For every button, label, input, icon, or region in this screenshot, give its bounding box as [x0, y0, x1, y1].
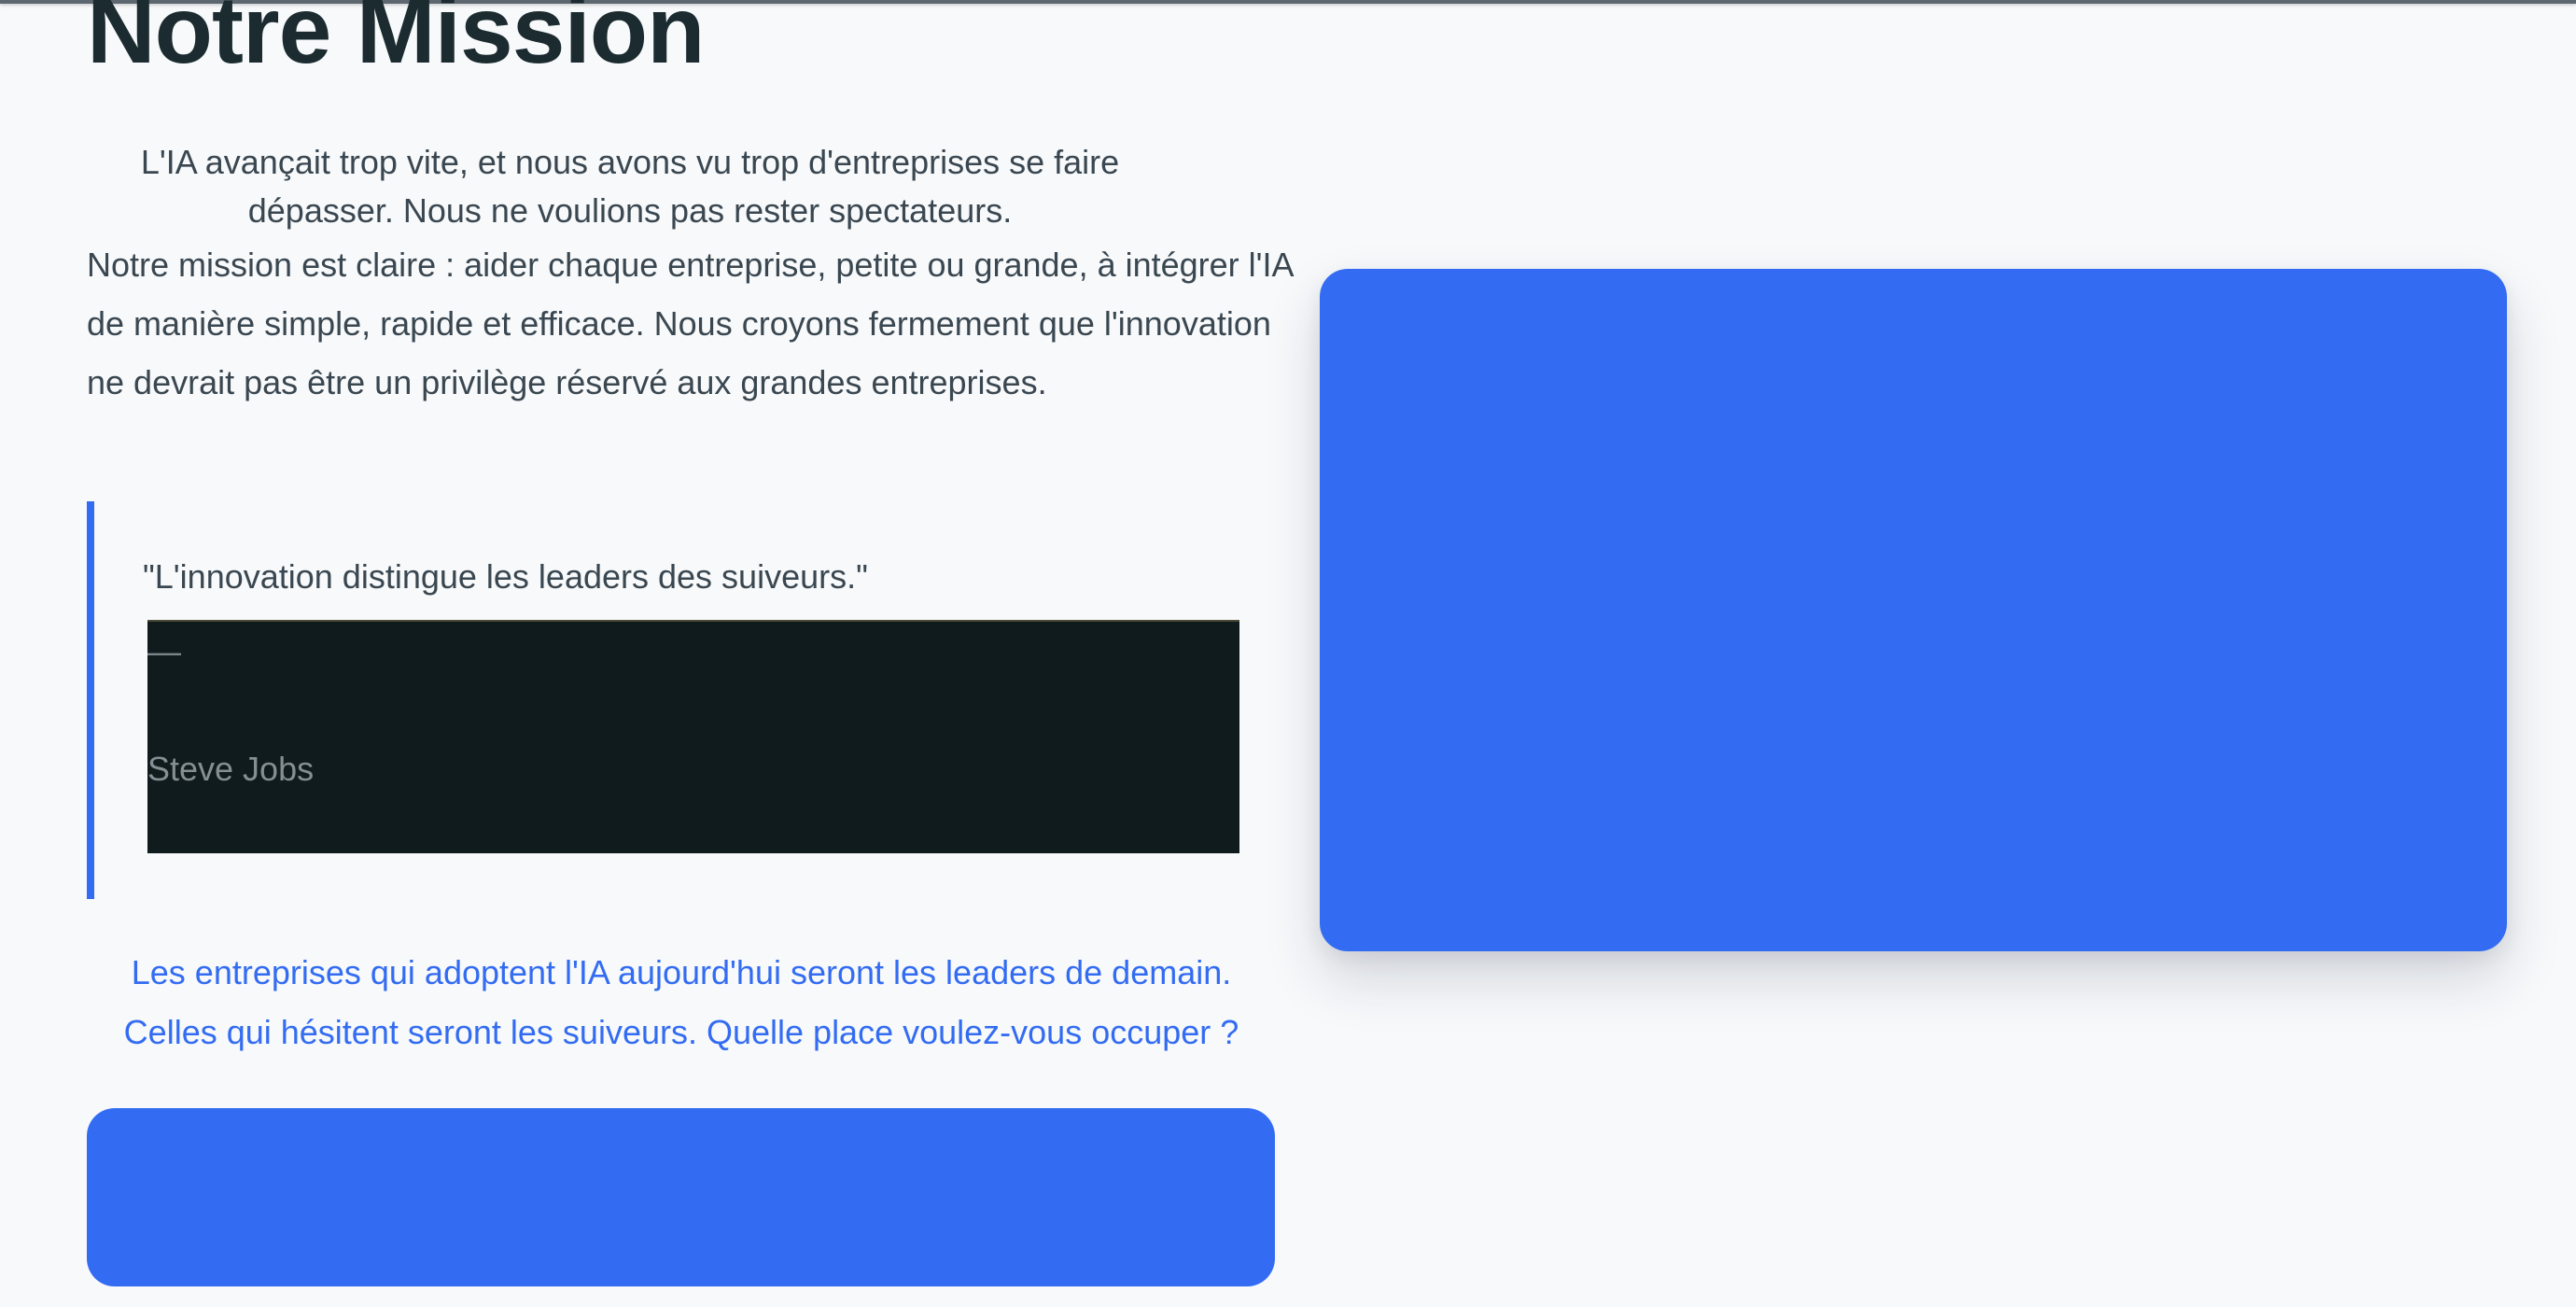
cta-button[interactable]	[87, 1108, 1275, 1286]
mission-statement: Notre mission est claire : aider chaque …	[87, 246, 1293, 401]
mission-intro: L'IA avançait trop vite, et nous avons v…	[140, 143, 1120, 230]
cta-text: Les entreprises qui adoptent l'IA aujour…	[123, 953, 1239, 1051]
quote-text: "L'innovation distingue les leaders des …	[143, 557, 868, 596]
quote-author: Steve Jobs	[147, 750, 315, 788]
media-card	[1320, 269, 2507, 951]
page-title: Notre Mission	[87, 0, 705, 83]
quote-block: "L'innovation distingue les leaders des …	[87, 501, 1291, 899]
quote-attribution: — Steve Jobs	[147, 620, 1239, 853]
quote-dash: —	[147, 632, 181, 670]
